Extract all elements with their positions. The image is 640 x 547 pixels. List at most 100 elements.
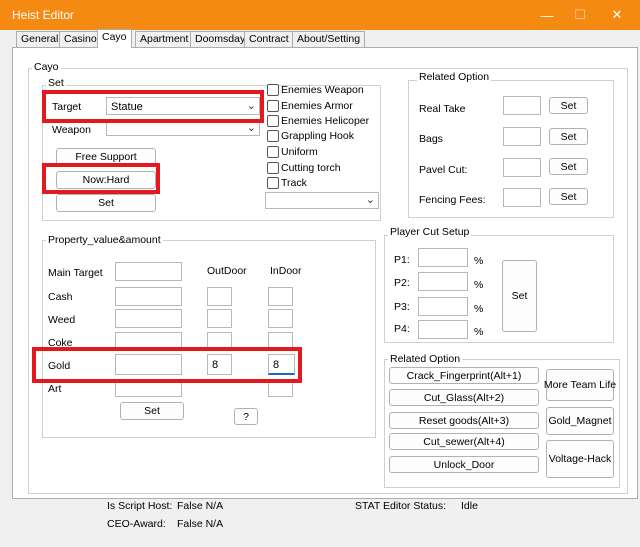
tab-general[interactable]: General xyxy=(16,31,64,47)
checkbox-box[interactable] xyxy=(267,115,279,127)
fencing-fees-label: Fencing Fees: xyxy=(419,194,486,206)
player-cut-title: Player Cut Setup xyxy=(388,226,472,238)
script-host-label: Is Script Host: xyxy=(107,500,173,512)
extra-select[interactable]: ⌄ xyxy=(265,192,379,209)
stat-editor-value: Idle xyxy=(461,500,478,512)
ceo-award-value: False N/A xyxy=(177,518,224,530)
more-team-life-button[interactable]: More Team Life xyxy=(544,369,616,401)
tab-about-setting[interactable]: About/Setting xyxy=(292,31,366,47)
player-cut-set-button[interactable]: Set xyxy=(502,260,537,332)
weed-label: Weed xyxy=(48,314,76,326)
checkbox-box[interactable] xyxy=(267,84,279,96)
p1-input[interactable] xyxy=(418,248,468,267)
set-button[interactable]: Set xyxy=(56,194,156,212)
cash-value-input[interactable] xyxy=(115,287,182,306)
p2-percent: % xyxy=(474,279,484,291)
maximize-button[interactable]: ☐ xyxy=(570,0,590,30)
checkbox-label: Grappling Hook xyxy=(281,130,354,142)
checkbox-box[interactable] xyxy=(267,146,279,158)
weapon-label: Weapon xyxy=(52,124,91,136)
checkbox-label: Enemies Armor xyxy=(281,100,353,112)
real-take-input[interactable] xyxy=(503,96,541,115)
fencing-fees-input[interactable] xyxy=(503,188,541,207)
p1-label: P1: xyxy=(394,254,410,266)
real-take-set-button[interactable]: Set xyxy=(549,97,588,114)
voltage-hack-button[interactable]: Voltage-Hack xyxy=(546,440,614,478)
weed-value-input[interactable] xyxy=(115,309,182,328)
p4-label: P4: xyxy=(394,323,410,335)
fencing-fees-set-button[interactable]: Set xyxy=(549,188,588,205)
chevron-down-icon: ⌄ xyxy=(365,194,375,206)
checkbox-label: Enemies Weapon xyxy=(281,84,364,96)
property-group-title: Property_value&amount xyxy=(46,234,163,246)
coke-value-input[interactable] xyxy=(115,332,182,348)
minimize-icon: — xyxy=(540,7,554,23)
p4-input[interactable] xyxy=(418,320,468,339)
checkbox-label: Track xyxy=(281,177,307,189)
p4-percent: % xyxy=(474,326,484,338)
property-set-button[interactable]: Set xyxy=(120,402,184,420)
reset-goods-button[interactable]: Reset goods(Alt+3) xyxy=(389,412,539,429)
tab-apartment[interactable]: Apartment xyxy=(135,31,194,47)
bags-set-button[interactable]: Set xyxy=(549,128,588,145)
checkbox-box[interactable] xyxy=(267,162,279,174)
related-option-top-title: Related Option xyxy=(417,71,492,83)
help-button[interactable]: ? xyxy=(234,408,258,425)
tab-cayo[interactable]: Cayo xyxy=(97,29,132,48)
bags-label: Bags xyxy=(419,133,443,145)
tab-doomsday[interactable]: Doomsday xyxy=(190,31,251,47)
stat-editor-label: STAT Editor Status: xyxy=(355,500,447,512)
checkbox-box[interactable] xyxy=(267,177,279,189)
pavel-cut-input[interactable] xyxy=(503,158,541,177)
tab-contract[interactable]: Contract xyxy=(244,31,294,47)
p3-label: P3: xyxy=(394,301,410,313)
p2-input[interactable] xyxy=(418,272,468,291)
cash-outdoor-input[interactable] xyxy=(207,287,232,306)
outdoor-header: OutDoor xyxy=(207,265,247,277)
script-host-value: False N/A xyxy=(177,500,224,512)
coke-indoor-input[interactable] xyxy=(268,332,293,348)
p1-percent: % xyxy=(474,255,484,267)
pavel-cut-label: Pavel Cut: xyxy=(419,164,468,176)
close-button[interactable]: ✕ xyxy=(594,0,640,30)
highlight-box-target xyxy=(42,90,264,123)
set-group-title: Set xyxy=(46,77,66,89)
crack-fingerprint-button[interactable]: Crack_Fingerprint(Alt+1) xyxy=(389,367,539,384)
checkbox-label: Enemies Helicoper xyxy=(281,115,370,127)
highlight-box-gold xyxy=(32,347,302,383)
weed-outdoor-input[interactable] xyxy=(207,309,232,328)
p3-input[interactable] xyxy=(418,297,468,316)
ceo-award-label: CEO-Award: xyxy=(107,518,166,530)
real-take-label: Real Take xyxy=(419,103,466,115)
main-target-value-input[interactable] xyxy=(115,262,182,281)
maximize-icon: ☐ xyxy=(574,7,586,22)
art-indoor-input[interactable] xyxy=(268,381,293,397)
highlight-box-difficulty xyxy=(42,163,160,194)
main-target-label: Main Target xyxy=(48,267,103,279)
cut-sewer-button[interactable]: Cut_sewer(Alt+4) xyxy=(389,433,539,450)
related-option-bottom-title: Related Option xyxy=(388,353,463,365)
title-bar: Heist Editor — ☐ ✕ xyxy=(0,0,640,30)
close-icon: ✕ xyxy=(611,7,623,22)
checkbox-box[interactable] xyxy=(267,130,279,142)
tab-casino[interactable]: Casino xyxy=(59,31,102,47)
cash-indoor-input[interactable] xyxy=(268,287,293,306)
cut-glass-button[interactable]: Cut_Glass(Alt+2) xyxy=(389,389,539,406)
art-value-input[interactable] xyxy=(115,381,182,397)
bags-input[interactable] xyxy=(503,127,541,146)
window-title: Heist Editor xyxy=(12,8,75,22)
cash-label: Cash xyxy=(48,291,73,303)
p2-label: P2: xyxy=(394,277,410,289)
art-label: Art xyxy=(48,383,62,395)
weed-indoor-input[interactable] xyxy=(268,309,293,328)
gold-magnet-button[interactable]: Gold_Magnet xyxy=(546,407,614,435)
unlock-door-button[interactable]: Unlock_Door xyxy=(389,456,539,473)
p3-percent: % xyxy=(474,303,484,315)
minimize-button[interactable]: — xyxy=(524,0,570,30)
pavel-cut-set-button[interactable]: Set xyxy=(549,158,588,175)
checkbox-label: Cutting torch xyxy=(281,162,341,174)
checkbox-box[interactable] xyxy=(267,100,279,112)
coke-outdoor-input[interactable] xyxy=(207,332,232,348)
indoor-header: InDoor xyxy=(270,265,302,277)
checkbox-label: Uniform xyxy=(281,146,318,158)
